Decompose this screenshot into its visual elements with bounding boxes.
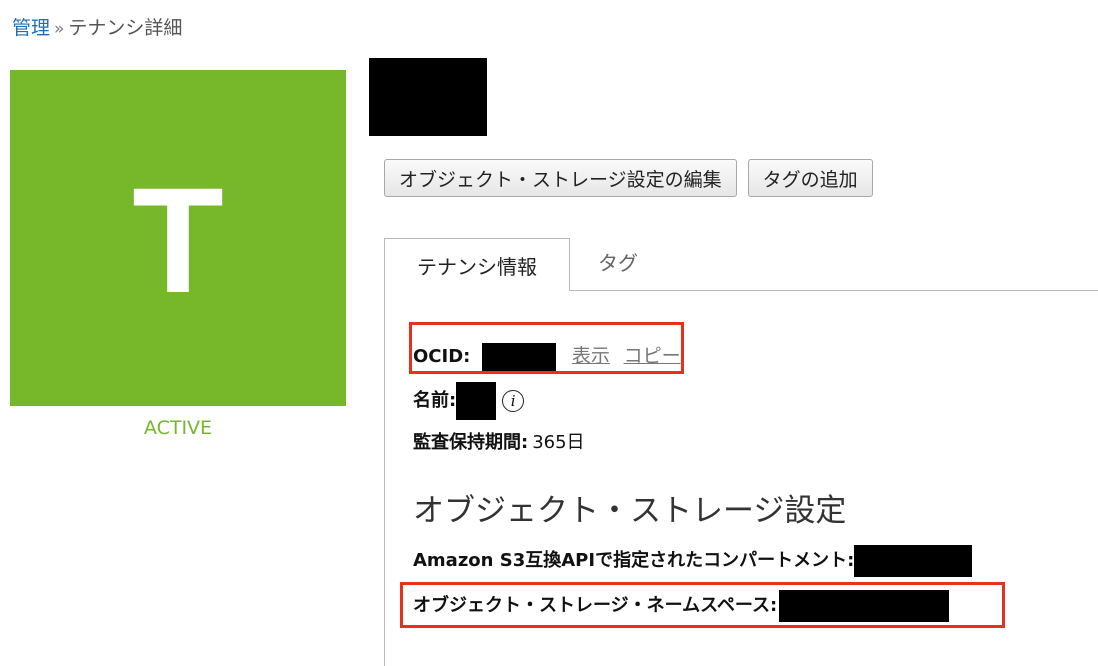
name-label: 名前: <box>413 390 457 411</box>
audit-retention-value: 365日 <box>532 432 585 453</box>
name-value-redacted <box>456 382 497 420</box>
breadcrumb: 管理» テナンシ詳細 <box>12 16 182 41</box>
tenancy-details-page: 管理» テナンシ詳細 T ACTIVE オブジェクト・ストレージ設定の編集 タグの… <box>0 0 1098 666</box>
s3-compartment-field: Amazon S3互換APIで指定されたコンパートメント: <box>413 545 973 577</box>
breadcrumb-admin-link[interactable]: 管理 <box>12 17 50 39</box>
name-field: 名前: i <box>413 382 525 420</box>
audit-retention-label: 監査保持期間: <box>413 432 529 453</box>
status-label: ACTIVE <box>143 417 213 439</box>
tenancy-title-redacted <box>369 58 487 136</box>
ocid-highlight-box <box>409 322 684 374</box>
breadcrumb-separator: » <box>54 19 65 39</box>
object-storage-settings-title: オブジェクト・ストレージ設定 <box>413 493 847 529</box>
add-tag-button[interactable]: タグの追加 <box>747 159 873 197</box>
tenancy-avatar: T <box>10 70 346 406</box>
avatar-letter: T <box>132 156 224 324</box>
panel-left-border <box>384 291 385 666</box>
tab-tags[interactable]: タグ <box>584 235 652 288</box>
tab-divider <box>570 290 1098 291</box>
s3-compartment-value-redacted <box>854 545 973 577</box>
audit-retention-field: 監査保持期間: 365日 <box>413 428 585 454</box>
breadcrumb-current: テナンシ詳細 <box>68 17 183 39</box>
tab-bar: テナンシ情報 タグ <box>384 238 1098 291</box>
namespace-highlight-box <box>400 582 1005 628</box>
tab-tenancy-info[interactable]: テナンシ情報 <box>384 238 570 291</box>
edit-object-storage-settings-button[interactable]: オブジェクト・ストレージ設定の編集 <box>384 159 737 197</box>
info-icon[interactable]: i <box>502 390 525 412</box>
s3-compartment-label: Amazon S3互換APIで指定されたコンパートメント: <box>413 550 855 571</box>
action-buttons: オブジェクト・ストレージ設定の編集 タグの追加 <box>384 159 873 197</box>
